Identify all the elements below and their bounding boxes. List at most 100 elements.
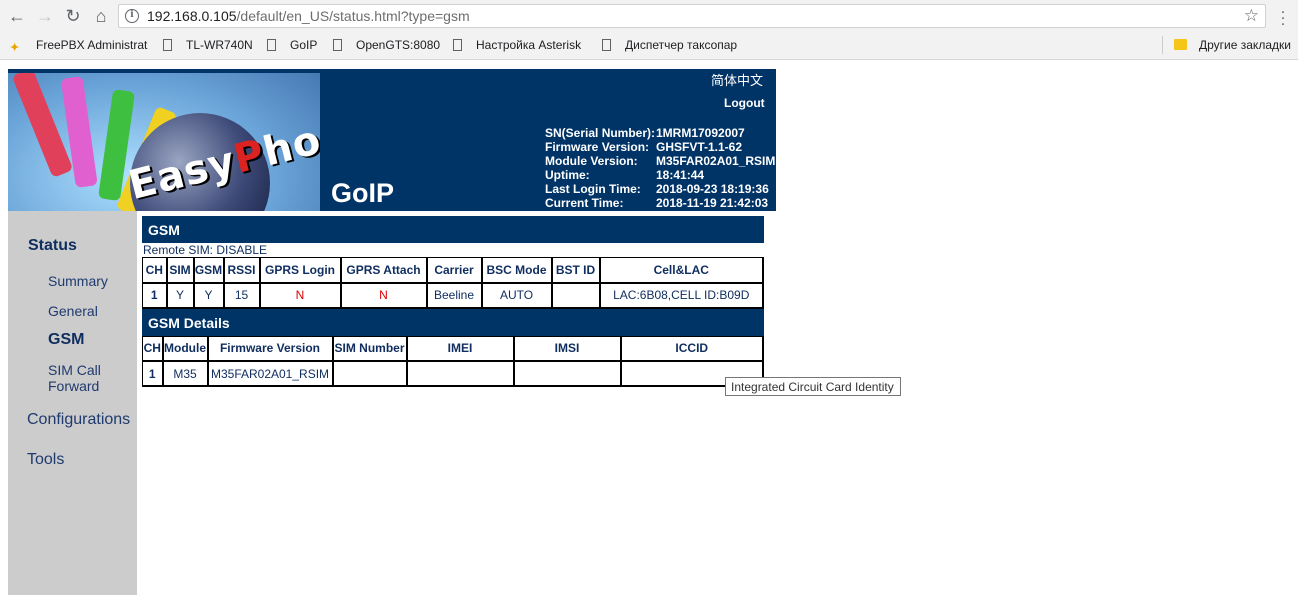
column-header: BST ID [551,257,601,284]
browser-menu-icon[interactable]: ... [1278,1,1288,29]
address-bar[interactable]: i 192.168.0.105/default/en_US/status.htm… [118,4,1266,28]
table-cell [406,360,515,387]
sidebar-nav: Status Summary General GSM SIM Call Forwa… [8,211,137,595]
freepbx-icon: ✦ [10,42,20,54]
sidebar-item-tools[interactable]: Tools [27,451,64,469]
easyphone-logo: EasyPhone [8,73,320,211]
table-cell: N [340,282,428,309]
info-value: 2018-11-19 21:42:03 [656,196,769,210]
sidebar-item-label: SIM Call [48,362,101,378]
table-cell: 1 [142,282,168,309]
forward-icon[interactable]: → [34,5,56,27]
gsm-details-table: CH Module Firmware Version SIM Number IM… [142,335,764,387]
home-icon[interactable]: ⌂ [90,5,112,27]
browser-toolbar: ← → ↻ ⌂ i 192.168.0.105/default/en_US/st… [0,0,1298,32]
info-value: M35FAR02A01_RSIM [656,154,776,168]
bookmark-label: Диспетчер таксопар [625,38,738,52]
folder-icon [1174,39,1187,50]
table-cell [513,360,622,387]
table-cell: Beeline [426,282,483,309]
info-label: Current Time: [545,196,624,210]
bookmark-tl-wr740n[interactable]: TL-WR740N [163,38,253,52]
info-row: Last Login Time: 2018-09-23 18:19:36 [545,182,775,196]
sidebar-item-general[interactable]: General [48,303,98,319]
info-row: SN(Serial Number):1MRM17092007 [545,126,775,140]
info-label: Uptime: [545,168,590,182]
column-header: Firmware Version [207,335,334,362]
info-row: Module Version: M35FAR02A01_RSIM [545,154,775,168]
device-info: SN(Serial Number):1MRM17092007 Firmware … [545,126,775,210]
table-cell: 15 [223,282,261,309]
url-text[interactable]: 192.168.0.105/default/en_US/status.html?… [147,8,470,24]
column-header: CH [142,335,164,362]
column-header: SIM [166,257,195,284]
page-icon [602,39,611,51]
info-row: Uptime: 18:41:44 [545,168,775,182]
table-cell: N [259,282,342,309]
bookmark-star-icon[interactable]: ☆ [1244,6,1259,26]
iccid-tooltip: Integrated Circuit Card Identity [725,377,901,396]
column-header: GPRS Attach [340,257,428,284]
remote-sim-status: Remote SIM: DISABLE [143,243,268,257]
goip-page: EasyPhone GoIP 简体中文 Logout SN(Serial Num… [8,69,776,595]
column-header: IMSI [513,335,622,362]
sidebar-item-status[interactable]: Status [28,237,77,255]
bookmark-label: GoIP [290,38,318,52]
table-cell: LAC:6B08,CELL ID:B09D [599,282,764,309]
info-value: 2018-09-23 18:19:36 [656,182,769,196]
table-cell: M35 [162,360,209,387]
info-row: Firmware Version: GHSFVT-1.1-62 [545,140,775,154]
bookmarks-divider [1162,36,1163,54]
column-header: BSC Mode [481,257,553,284]
back-icon[interactable]: ← [6,5,28,27]
info-row: Current Time: 2018-11-19 21:42:03 [545,196,775,210]
sidebar-item-gsm[interactable]: GSM [48,331,84,349]
product-title: GoIP [331,178,395,208]
language-link[interactable]: 简体中文 [711,70,763,89]
column-header: SIM Number [332,335,408,362]
table-cell: AUTO [481,282,553,309]
bookmark-opengts[interactable]: OpenGTS:8080 [333,38,440,52]
column-header-iccid[interactable]: ICCID [620,335,764,362]
gsm-table: CH SIM GSM RSSI GPRS Login GPRS Attach C… [142,257,764,309]
bookmark-dispatcher[interactable]: Диспетчер таксопар [602,38,737,52]
other-bookmarks-label: Другие закладки [1199,38,1291,52]
table-cell [332,360,408,387]
bookmark-label: Настройка Asterisk [476,38,582,52]
page-icon [453,39,462,51]
bookmark-goip[interactable]: GoIP [267,38,317,52]
table-row: 1 M35 M35FAR02A01_RSIM [142,360,764,387]
bookmarks-bar: ✦ FreePBX Administrat TL-WR740N GoIP Open… [0,32,1298,60]
sidebar-item-configurations[interactable]: Configurations [27,411,130,429]
reload-icon[interactable]: ↻ [62,5,84,27]
logout-link[interactable]: Logout [724,96,765,110]
sidebar-item-label: Forward [48,378,100,394]
table-row: 1 Y Y 15 N N Beeline AUTO LAC:6B08,CELL … [142,282,764,309]
bookmark-label: TL-WR740N [186,38,253,52]
column-header: Carrier [426,257,483,284]
bookmark-label: OpenGTS:8080 [356,38,441,52]
site-info-icon[interactable]: i [125,9,139,23]
column-header: GSM [193,257,225,284]
sidebar-item-sim-call-forward[interactable]: SIM Call Forward [48,362,101,394]
gsm-section-title: GSM [142,216,764,243]
other-bookmarks[interactable]: Другие закладки [1174,38,1291,52]
table-cell [551,282,601,309]
page-icon [267,39,276,51]
table-cell: M35FAR02A01_RSIM [207,360,334,387]
column-header: Cell&LAC [599,257,764,284]
gsm-details-section-title: GSM Details [142,308,764,336]
table-header-row: CH SIM GSM RSSI GPRS Login GPRS Attach C… [142,257,764,284]
bookmark-asterisk[interactable]: Настройка Asterisk [453,38,581,52]
column-header: IMEI [406,335,515,362]
bookmark-label: FreePBX Administrat [36,38,148,52]
page-icon [163,39,172,51]
info-value: GHSFVT-1.1-62 [656,140,743,154]
url-host: 192.168.0.105 [147,8,237,24]
column-header: GPRS Login [259,257,342,284]
column-header: RSSI [223,257,261,284]
sidebar-item-summary[interactable]: Summary [48,273,108,289]
info-label: Firmware Version: [545,140,650,154]
url-path: /default/en_US/status.html?type=gsm [236,8,470,24]
bookmark-freepbx[interactable]: ✦ FreePBX Administrat [10,38,148,54]
